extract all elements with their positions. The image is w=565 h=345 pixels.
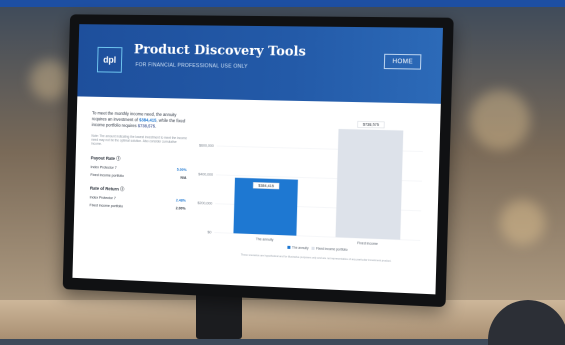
investment-chart-svg: $0 $200,000 $400,000 $600,000 $384,415 The an… [186, 105, 432, 274]
results-panel: To meet the monthly income need, the ann… [72, 96, 440, 294]
top-accent-bar [0, 0, 565, 7]
app-title: Product Discovery Tools [134, 42, 306, 59]
chart-footnote: These scenarios are hypothetical and for… [241, 252, 392, 262]
return-row: Index Protector 7 2.48% [90, 195, 186, 202]
y-tick-label: $0 [207, 230, 211, 234]
fixed-income-amount: $738,575 [138, 124, 155, 129]
summary-note: Note: The amount indicating the lowest i… [91, 133, 188, 149]
y-tick-label: $400,000 [198, 172, 213, 176]
return-row-label: Index Protector 7 [90, 195, 116, 200]
legend-swatch [311, 247, 314, 250]
investment-chart: $0 $200,000 $400,000 $600,000 $384,415 The an… [186, 105, 432, 274]
x-tick-label: The annuity [256, 237, 274, 242]
legend-label: Fixed income portfolio [316, 247, 348, 252]
payout-row-label: Index Protector 7 [91, 165, 117, 170]
summary-column: To meet the monthly income need, the ann… [89, 110, 188, 210]
desk-surface [0, 300, 565, 339]
payout-row: Index Protector 7 5.00% [91, 165, 187, 172]
payout-row: Fixed income portfolio N/A [90, 173, 186, 180]
app-subtitle: FOR FINANCIAL PROFESSIONAL USE ONLY [135, 62, 248, 70]
y-tick-label: $200,000 [197, 201, 212, 206]
background-light [470, 90, 530, 150]
return-row: Fixed income portfolio 2.00% [89, 203, 185, 210]
payout-row-value: 5.00% [177, 168, 187, 172]
dpl-logo[interactable]: dpl [97, 47, 122, 73]
legend-label: The annuity [292, 246, 309, 251]
rate-of-return-heading[interactable]: Rate of Return ⓘ [90, 186, 186, 195]
return-row-label: Fixed income portfolio [89, 203, 123, 208]
background-light [30, 60, 70, 100]
legend-swatch [287, 246, 290, 249]
home-button[interactable]: HOME [384, 54, 421, 70]
payout-row-label: Fixed income portfolio [90, 173, 124, 178]
monitor: dpl Product Discovery Tools FOR FINANCIA… [63, 14, 454, 307]
payout-row-value: N/A [180, 176, 186, 180]
screen: dpl Product Discovery Tools FOR FINANCIA… [72, 24, 443, 294]
data-label: $738,575 [363, 123, 379, 128]
payout-rate-heading[interactable]: Payout Rate ⓘ [91, 155, 187, 164]
data-label: $384,415 [258, 184, 274, 189]
background-light [500, 200, 545, 245]
app-header: dpl Product Discovery Tools FOR FINANCIA… [77, 24, 443, 104]
x-tick-label: Fixed income [357, 241, 378, 246]
return-row-value: 2.00% [176, 206, 186, 210]
bar [336, 129, 404, 240]
annuity-amount: $384,415 [139, 118, 156, 123]
return-row-value: 2.48% [176, 198, 186, 202]
y-tick-label: $600,000 [199, 144, 214, 148]
summary-text-part: . [155, 124, 156, 129]
summary-text: To meet the monthly income need, the ann… [92, 110, 189, 131]
